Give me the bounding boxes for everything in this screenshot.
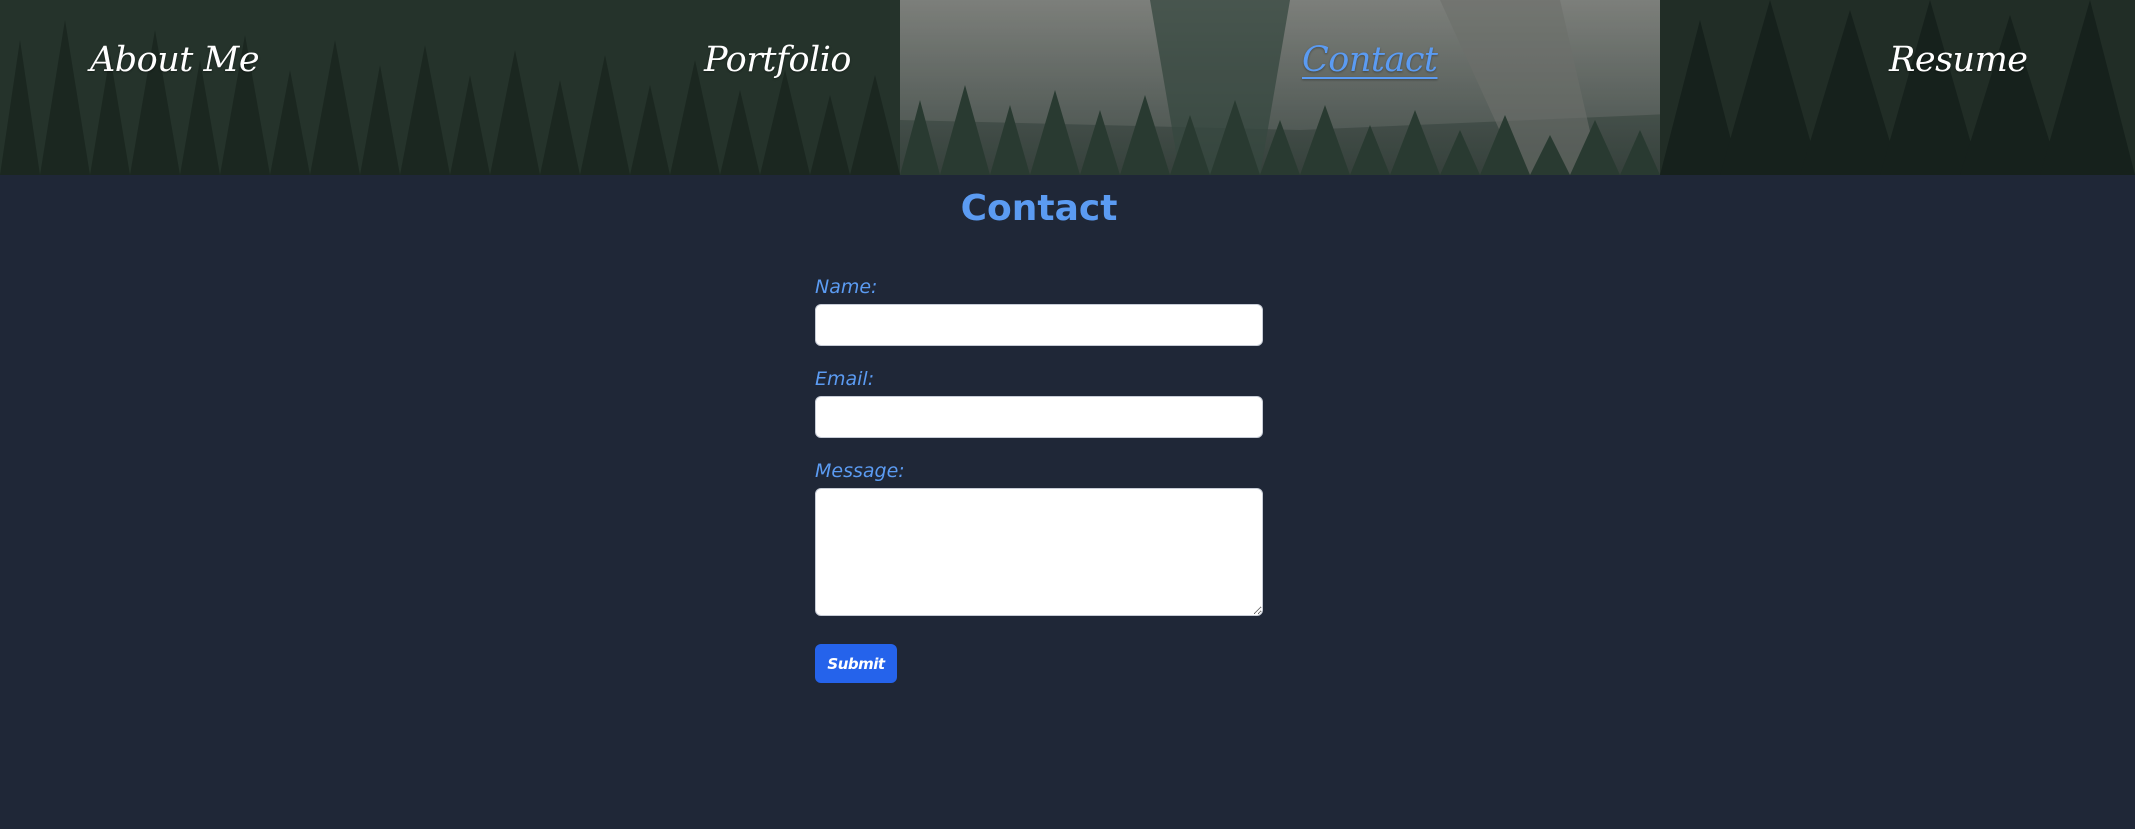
nav-link-contact[interactable]: Contact <box>1302 40 1438 80</box>
nav-link-about-me[interactable]: About Me <box>90 40 260 80</box>
message-label: Message: <box>815 460 905 482</box>
top-navigation: About Me Portfolio Contact Resume <box>0 0 2135 175</box>
nav-link-portfolio[interactable]: Portfolio <box>704 40 851 80</box>
hero-banner: About Me Portfolio Contact Resume <box>0 0 2135 175</box>
email-label: Email: <box>815 368 875 390</box>
page-title: Contact <box>960 188 1118 229</box>
email-input[interactable] <box>815 396 1263 438</box>
submit-button[interactable]: Submit <box>815 644 897 683</box>
name-input[interactable] <box>815 304 1263 346</box>
nav-link-resume[interactable]: Resume <box>1889 40 2028 80</box>
message-textarea[interactable] <box>815 488 1263 616</box>
name-label: Name: <box>815 276 878 298</box>
contact-form: Name: Email: Message: Submit <box>815 274 1263 683</box>
